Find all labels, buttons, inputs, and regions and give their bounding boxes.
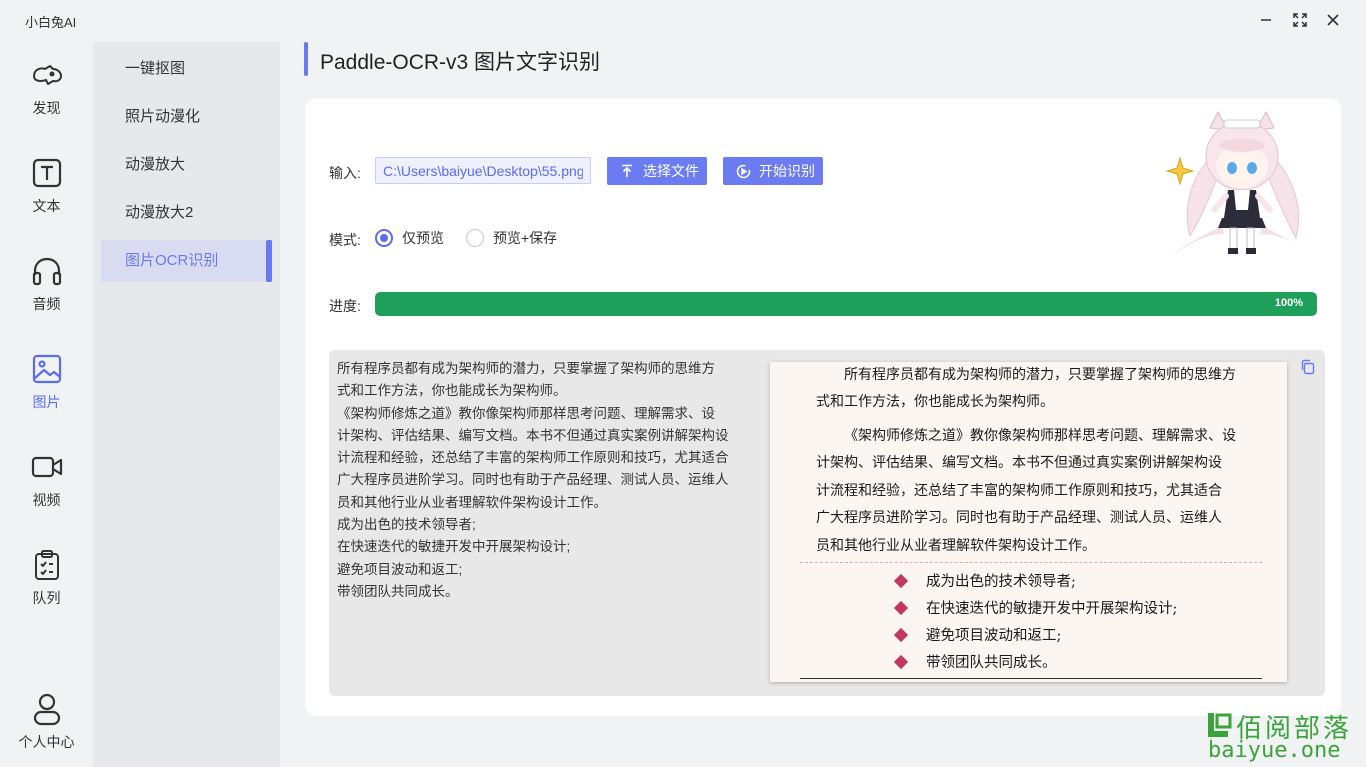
- preview-bullet: 在快速迭代的敏捷开发中开展架构设计;: [893, 597, 1178, 618]
- preview-line: 广大程序员进阶学习。同时也有助于产品经理、测试人员、运维人: [816, 510, 1222, 527]
- preview-line: 所有程序员都有成为架构师的潜力，只要掌握了架构师的思维方: [844, 367, 1236, 383]
- submenu-item-photo-anime[interactable]: 照片动漫化: [101, 96, 272, 138]
- nav-item-video[interactable]: 视频: [0, 450, 93, 540]
- preview-line: 《架构师修炼之道》教你像架构师那样思考问题、理解需求、设: [844, 428, 1236, 444]
- primary-nav: 发现 文本 音频 图片 视频 队列 个人中心: [0, 40, 93, 767]
- preview-line: 计流程和经验，还总结了丰富的架构师工作原则和技巧，尤其适合: [816, 482, 1222, 499]
- mode-preview-only-radio[interactable]: 仅预览: [375, 228, 444, 248]
- watermark-logo: 佰阅部落 baiyue.one: [1204, 708, 1364, 766]
- diamond-bullet-icon: [893, 627, 909, 642]
- mode-option-label: 预览+保存: [493, 230, 558, 246]
- image-preview: 所有程序员都有成为架构师的潜力，只要掌握了架构师的思维方式和工作方法，你也能成长…: [770, 362, 1287, 682]
- select-file-label: 选择文件: [643, 163, 699, 179]
- progress-bar: 100%: [375, 292, 1317, 316]
- text-icon: [30, 156, 64, 190]
- copy-icon[interactable]: [1300, 359, 1316, 375]
- preview-bullet: 成为出色的技术领导者;: [893, 570, 1076, 591]
- mode-label: 模式:: [329, 232, 361, 248]
- progress-fill: [375, 292, 1317, 316]
- title-bar: 小白兔AI: [0, 0, 1366, 40]
- preview-bullet-text: 在快速迭代的敏捷开发中开展架构设计;: [926, 601, 1178, 617]
- nav-item-audio[interactable]: 音频: [0, 254, 93, 344]
- nav-label: 音频: [32, 296, 61, 312]
- nav-label: 个人中心: [18, 734, 75, 750]
- close-icon: [1327, 14, 1339, 26]
- watermark-en: baiyue.one: [1208, 738, 1341, 763]
- maximize-button[interactable]: [1290, 10, 1310, 30]
- maximize-icon: [1293, 13, 1307, 27]
- preview-bullet-text: 带领团队共同成长。: [926, 655, 1057, 671]
- minimize-icon: [1261, 19, 1271, 21]
- submenu-item-cutout[interactable]: 一键抠图: [101, 48, 272, 90]
- diamond-bullet-icon: [893, 654, 909, 669]
- select-file-button[interactable]: 选择文件: [607, 157, 707, 185]
- close-button[interactable]: [1323, 10, 1343, 30]
- mode-option-label: 仅预览: [402, 230, 444, 246]
- app-title: 小白兔AI: [25, 15, 77, 30]
- preview-bullet-text: 避免项目波动和返工;: [926, 628, 1062, 644]
- discover-icon: [30, 58, 64, 92]
- play-circle-icon: [735, 163, 751, 179]
- page-title: Paddle-OCR-v3 图片文字识别: [320, 51, 601, 74]
- ocr-line: 避免项目波动和返工;: [337, 561, 463, 577]
- input-label: 输入:: [329, 165, 361, 181]
- ocr-line: 计架构、评估结果、编写文档。本书不但通过真实案例讲解架构设: [337, 427, 729, 443]
- start-recognition-button[interactable]: 开始识别: [723, 157, 823, 185]
- clipboard-icon: [30, 548, 64, 582]
- progress-label: 进度:: [329, 298, 361, 314]
- nav-item-discover[interactable]: 发现: [0, 58, 93, 148]
- preview-bullet-text: 成为出色的技术领导者;: [926, 574, 1076, 590]
- ocr-line: 计流程和经验，还总结了丰富的架构师工作原则和技巧，尤其适合: [337, 450, 729, 466]
- preview-bottom-rule: [800, 678, 1262, 679]
- ocr-line: 在快速迭代的敏捷开发中开展架构设计;: [337, 539, 571, 555]
- secondary-menu: 一键抠图 照片动漫化 动漫放大 动漫放大2 图片OCR识别: [93, 42, 280, 767]
- preview-bullet: 带领团队共同成长。: [893, 651, 1057, 672]
- preview-line: 计架构、评估结果、编写文档。本书不但通过真实案例讲解架构设: [816, 455, 1222, 472]
- nav-item-image[interactable]: 图片: [0, 352, 93, 442]
- minimize-button[interactable]: [1256, 10, 1276, 30]
- nav-label: 图片: [32, 394, 61, 410]
- ocr-line: 广大程序员进阶学习。同时也有助于产品经理、测试人员、运维人: [337, 472, 729, 488]
- nav-item-text[interactable]: 文本: [0, 156, 93, 246]
- upload-icon: [619, 163, 635, 179]
- ocr-line: 员和其他行业从业者理解软件架构设计工作。: [337, 494, 607, 510]
- submenu-item-image-ocr[interactable]: 图片OCR识别: [101, 240, 272, 282]
- ocr-line: 所有程序员都有成为架构师的潜力，只要掌握了架构师的思维方: [337, 361, 715, 376]
- mascot-illustration: [1162, 106, 1322, 264]
- mode-preview-save-radio[interactable]: 预览+保存: [466, 228, 557, 248]
- diamond-bullet-icon: [893, 600, 909, 615]
- user-icon: [30, 692, 64, 726]
- watermark-icon: [1208, 713, 1232, 737]
- headphones-icon: [30, 254, 64, 288]
- preview-line: 式和工作方法，你也能成长为架构师。: [816, 394, 1054, 411]
- ocr-line: 《架构师修炼之道》教你像架构师那样思考问题、理解需求、设: [337, 405, 715, 421]
- preview-bullet: 避免项目波动和返工;: [893, 624, 1062, 645]
- file-path-input[interactable]: [375, 157, 591, 184]
- nav-label: 视频: [32, 492, 61, 508]
- nav-label: 队列: [32, 590, 61, 606]
- nav-item-user-center[interactable]: 个人中心: [0, 692, 93, 767]
- image-icon: [30, 352, 64, 386]
- diamond-bullet-icon: [893, 573, 909, 588]
- ocr-line: 式和工作方法，你也能成长为架构师。: [337, 383, 567, 399]
- radio-dot: [466, 229, 484, 247]
- ocr-result-text[interactable]: 所有程序员都有成为架构师的潜力，只要掌握了架构师的思维方 式和工作方法，你也能成长…: [337, 358, 757, 603]
- nav-label: 文本: [32, 198, 61, 214]
- video-icon: [30, 450, 64, 484]
- nav-label: 发现: [32, 100, 61, 116]
- preview-divider: [800, 562, 1262, 563]
- ocr-line: 成为出色的技术领导者;: [337, 517, 476, 533]
- radio-dot: [375, 229, 393, 247]
- ocr-line: 带领团队共同成长。: [337, 583, 459, 599]
- progress-text: 100%: [1274, 297, 1303, 309]
- preview-line: 员和其他行业从业者理解软件架构设计工作。: [816, 537, 1096, 554]
- submenu-item-anime-upscale[interactable]: 动漫放大: [101, 144, 272, 186]
- nav-item-queue[interactable]: 队列: [0, 548, 93, 638]
- submenu-item-anime-upscale-2[interactable]: 动漫放大2: [101, 192, 272, 234]
- start-recognition-label: 开始识别: [759, 163, 815, 179]
- page-title-accent: [304, 42, 308, 76]
